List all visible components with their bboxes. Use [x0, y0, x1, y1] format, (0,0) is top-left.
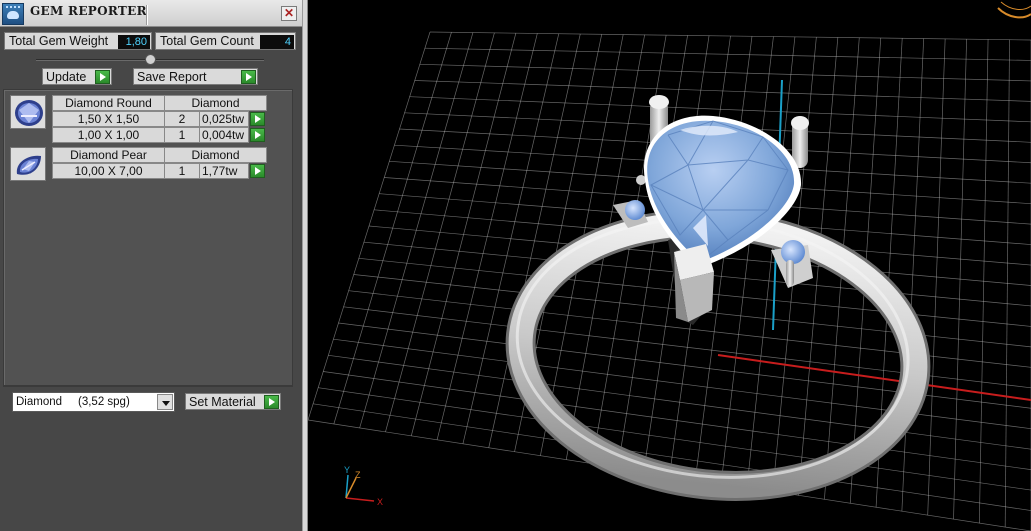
total-gem-count-value: 4 [260, 35, 294, 49]
update-button-label: Update [46, 70, 87, 84]
viewport-canvas[interactable]: X Y Z [308, 0, 1031, 531]
grid-line [424, 47, 1031, 61]
panel-title-bar[interactable]: GEM REPORTER ✕ [0, 0, 302, 27]
set-material-button-label: Set Material [189, 395, 256, 409]
gem-size-cell: 1,00 X 1,00 [52, 127, 165, 143]
ring-model[interactable] [504, 95, 931, 505]
round-gem-icon [10, 95, 46, 129]
set-material-button[interactable]: Set Material [185, 393, 281, 410]
gem-weight-cell: 0,004tw [199, 127, 249, 143]
set-material-play-icon[interactable] [264, 395, 279, 409]
material-select-value: Diamond (3,52 spg) [16, 396, 130, 408]
axis-label-z: Z [355, 470, 361, 480]
gem-count-cell: 1 [164, 163, 200, 179]
grid-line [419, 63, 1031, 82]
gem-weight-cell: 1,77tw [199, 163, 249, 179]
orange-curve-fragment [1000, 1, 1031, 10]
gem-count-cell: 2 [164, 111, 200, 127]
axis-label-x: X [377, 497, 383, 507]
save-report-button[interactable]: Save Report [133, 68, 258, 85]
total-gem-weight: Total Gem Weight 1,80 [4, 32, 152, 50]
total-gem-weight-value: 1,80 [118, 35, 150, 49]
3d-viewport[interactable]: X Y Z [308, 0, 1031, 531]
total-gem-count-label: Total Gem Count [160, 34, 254, 48]
save-report-button-label: Save Report [137, 70, 207, 84]
gem-weight-cell: 0,025tw [199, 111, 249, 127]
grid-line [429, 31, 1031, 41]
pear-gem-icon [10, 147, 46, 181]
splitter-handle[interactable] [145, 54, 156, 65]
title-divider [146, 5, 148, 25]
material-select[interactable]: Diamond (3,52 spg) [12, 392, 175, 412]
gem-material-cell: Diamond [164, 147, 267, 163]
chevron-down-icon[interactable] [157, 394, 173, 410]
gem-size-cell: 10,00 X 7,00 [52, 163, 165, 179]
panel-title: GEM REPORTER [30, 4, 147, 18]
select-row-play-icon[interactable] [250, 128, 265, 142]
save-report-play-icon[interactable] [241, 70, 256, 84]
total-gem-count: Total Gem Count 4 [155, 32, 296, 50]
grid-line [414, 80, 1031, 102]
gem-count-cell: 1 [164, 127, 200, 143]
gem-reporter-panel: GEM REPORTER ✕ Total Gem Weight 1,80 Tot… [0, 0, 302, 531]
axis-label-y: Y [344, 465, 350, 475]
update-play-icon[interactable] [95, 70, 110, 84]
gem-material-cell: Diamond [164, 95, 267, 111]
total-gem-weight-label: Total Gem Weight [9, 34, 109, 48]
panel-divider [3, 386, 293, 387]
axis-triad-icon: X Y Z [344, 465, 383, 507]
select-row-play-icon[interactable] [250, 164, 265, 178]
app-root: GEM REPORTER ✕ Total Gem Weight 1,80 Tot… [0, 0, 1031, 531]
select-row-play-icon[interactable] [250, 112, 265, 126]
close-icon[interactable]: ✕ [281, 6, 297, 21]
gem-shape-cell: Diamond Round [52, 95, 165, 111]
update-button[interactable]: Update [42, 68, 112, 85]
gem-shape-cell: Diamond Pear [52, 147, 165, 163]
floor-grid [308, 31, 1031, 531]
gem-reporter-app-icon [2, 3, 24, 25]
gem-size-cell: 1,50 X 1,50 [52, 111, 165, 127]
